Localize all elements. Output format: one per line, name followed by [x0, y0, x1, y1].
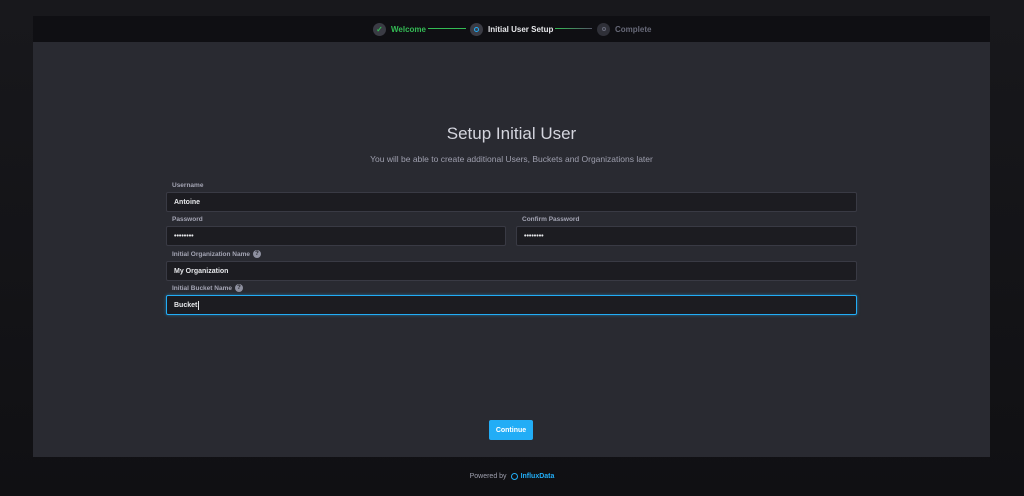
organization-name-field[interactable]: My Organization [166, 261, 857, 281]
page-subtitle: You will be able to create additional Us… [370, 154, 653, 164]
current-step-icon [470, 22, 483, 36]
step-welcome-label: Welcome [391, 24, 426, 34]
influxdata-logo-icon [510, 473, 518, 480]
setup-panel: ✓ Welcome Initial User Setup Complete Se… [33, 16, 990, 457]
password-field[interactable]: •••••••• [166, 226, 506, 246]
step-complete: Complete [597, 22, 651, 36]
brand-name: InfluxData [520, 473, 555, 480]
setup-stepper: ✓ Welcome Initial User Setup Complete [33, 16, 990, 42]
confirm-password-field[interactable]: •••••••• [516, 226, 857, 246]
question-mark-icon[interactable]: ? [253, 250, 262, 258]
footer: Powered by InfluxData [0, 473, 1024, 480]
username-field[interactable]: Antoine [166, 192, 857, 212]
pending-step-icon [597, 22, 610, 36]
bucket-name-field[interactable]: Bucket [166, 295, 857, 315]
org-label: Initial Organization Name ? [172, 250, 262, 258]
step-complete-label: Complete [615, 24, 652, 34]
step-connector [555, 28, 592, 29]
confirm-password-label: Confirm Password [522, 216, 580, 223]
username-label: Username [172, 182, 204, 189]
check-icon: ✓ [373, 22, 386, 36]
page-title: Setup Initial User [446, 124, 577, 143]
step-welcome[interactable]: ✓ Welcome [373, 22, 426, 36]
continue-button[interactable]: Continue [489, 420, 533, 440]
password-label: Password [172, 216, 203, 223]
influxdata-link[interactable]: InfluxData [510, 473, 555, 480]
question-mark-icon[interactable]: ? [234, 284, 243, 292]
bucket-label: Initial Bucket Name ? [172, 284, 243, 292]
text-caret [198, 300, 200, 310]
step-initial-user-setup[interactable]: Initial User Setup [470, 22, 553, 36]
step-connector [428, 28, 466, 29]
powered-by-text: Powered by [469, 473, 507, 480]
step-user-label: Initial User Setup [488, 24, 554, 34]
